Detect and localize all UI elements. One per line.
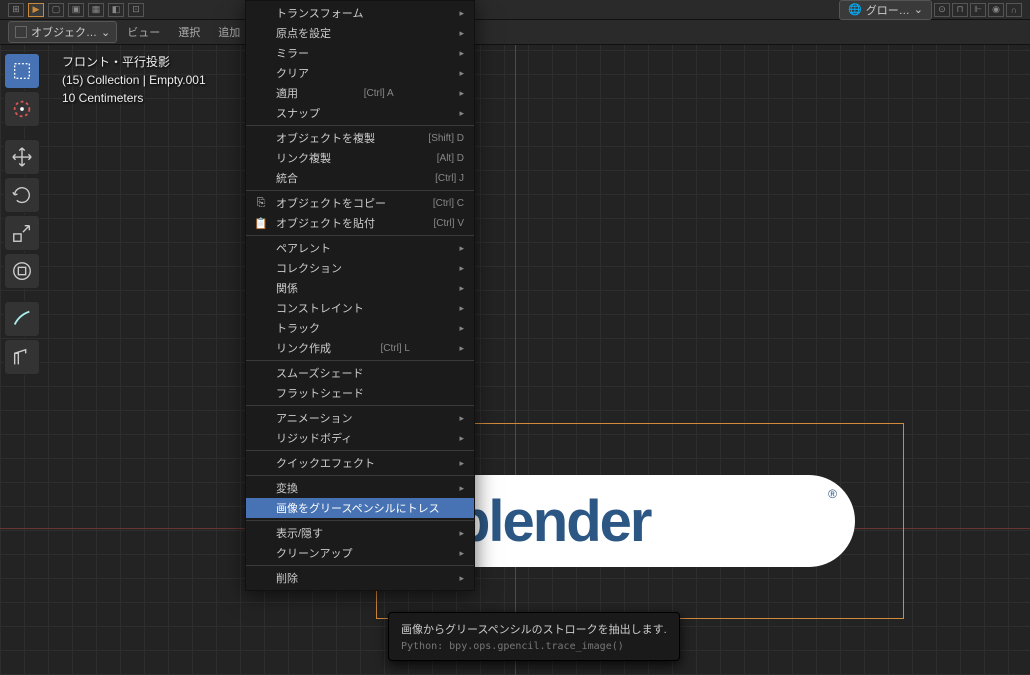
- tool-cursor[interactable]: [4, 91, 40, 127]
- chevron-right-icon: ▸: [459, 343, 464, 354]
- chevron-down-icon: ⌄: [101, 26, 110, 39]
- chevron-right-icon: ▸: [459, 243, 464, 254]
- play-icon[interactable]: ▶: [28, 3, 44, 17]
- menu-set-origin[interactable]: 原点を設定▸: [246, 23, 474, 43]
- menu-cleanup[interactable]: クリーンアップ▸: [246, 543, 474, 563]
- chevron-right-icon: ▸: [459, 483, 464, 494]
- tool-shelf: [4, 53, 40, 375]
- menu-copy[interactable]: ⎘オブジェクトをコピー[Ctrl] C: [246, 193, 474, 213]
- viewport[interactable]: フロント・平行投影 (15) Collection | Empty.001 10…: [0, 45, 1030, 675]
- chevron-right-icon: ▸: [459, 68, 464, 79]
- menu-collection[interactable]: コレクション▸: [246, 258, 474, 278]
- menu-shade-smooth[interactable]: スムーズシェード: [246, 363, 474, 383]
- menu-clear[interactable]: クリア▸: [246, 63, 474, 83]
- top-toolbar: ⊞ ▶ ▢ ▣ ▦ ◧ ⊡ 🌐 グロー… ⌄ ⊙ ⊓ ⊩ ◉ ∩: [0, 0, 1030, 20]
- menu-animation[interactable]: アニメーション▸: [246, 408, 474, 428]
- registered-mark: ®: [828, 487, 837, 501]
- tool-transform[interactable]: [4, 253, 40, 289]
- cube-icon[interactable]: ◧: [108, 3, 124, 17]
- tooltip: 画像からグリースペンシルのストロークを抽出します. Python: bpy.op…: [388, 612, 680, 661]
- tool-move[interactable]: [4, 139, 40, 175]
- blender-logo-text: blender: [455, 488, 651, 555]
- menu-quick-effects[interactable]: クイックエフェクト▸: [246, 453, 474, 473]
- chevron-right-icon: ▸: [459, 413, 464, 424]
- magnet-icon[interactable]: ⊓: [952, 3, 968, 17]
- viewport-overlay-info: フロント・平行投影 (15) Collection | Empty.001 10…: [62, 53, 206, 107]
- tool-rotate[interactable]: [4, 177, 40, 213]
- menu-snap[interactable]: スナップ▸: [246, 103, 474, 123]
- menu-shade-flat[interactable]: フラットシェード: [246, 383, 474, 403]
- tooltip-description: 画像からグリースペンシルのストロークを抽出します.: [401, 621, 667, 637]
- menu-constraints[interactable]: コンストレイント▸: [246, 298, 474, 318]
- menu-view[interactable]: ビュー: [119, 21, 168, 43]
- square-icon[interactable]: ▢: [48, 3, 64, 17]
- scale-info: 10 Centimeters: [62, 89, 206, 107]
- menu-join[interactable]: 統合[Ctrl] J: [246, 168, 474, 188]
- menu-select[interactable]: 選択: [170, 21, 208, 43]
- menu-delete[interactable]: 削除▸: [246, 568, 474, 588]
- header-bar: オブジェク… ⌄ ビュー 選択 追加 オブジェクト: [0, 20, 1030, 45]
- proportional-icon[interactable]: ◉: [988, 3, 1004, 17]
- chevron-right-icon: ▸: [459, 283, 464, 294]
- grid-icon[interactable]: ▦: [88, 3, 104, 17]
- tooltip-python: Python: bpy.ops.gpencil.trace_image(): [401, 641, 667, 652]
- menu-parent[interactable]: ペアレント▸: [246, 238, 474, 258]
- copy-icon: ⎘: [254, 196, 268, 210]
- globe-icon: 🌐: [848, 3, 862, 16]
- chevron-right-icon: ▸: [459, 458, 464, 469]
- menu-link-duplicate[interactable]: リンク複製[Alt] D: [246, 148, 474, 168]
- collection-info: (15) Collection | Empty.001: [62, 71, 206, 89]
- menu-track[interactable]: トラック▸: [246, 318, 474, 338]
- chevron-right-icon: ▸: [459, 108, 464, 119]
- chevron-right-icon: ▸: [459, 528, 464, 539]
- axis-icon[interactable]: ⊩: [970, 3, 986, 17]
- menu-convert[interactable]: 変換▸: [246, 478, 474, 498]
- object-mode-icon: [15, 26, 27, 38]
- mode-dropdown[interactable]: オブジェク… ⌄: [8, 21, 117, 43]
- menu-show-hide[interactable]: 表示/隠す▸: [246, 523, 474, 543]
- menu-apply[interactable]: 適用[Ctrl] A▸: [246, 83, 474, 103]
- chevron-right-icon: ▸: [459, 28, 464, 39]
- snap-increment-icon[interactable]: ⊞: [8, 3, 24, 17]
- mode-label: オブジェク…: [31, 24, 97, 40]
- orientation-label: グロー…: [866, 2, 910, 18]
- blender-logo-pill: blender ®: [425, 475, 855, 567]
- overlap-icon[interactable]: ▣: [68, 3, 84, 17]
- menu-trace-image-to-gpencil[interactable]: 画像をグリースペンシルにトレス: [246, 498, 474, 518]
- dots-icon[interactable]: ⊡: [128, 3, 144, 17]
- menu-make-links[interactable]: リンク作成[Ctrl] L▸: [246, 338, 474, 358]
- chevron-right-icon: ▸: [459, 263, 464, 274]
- menu-transform[interactable]: トランスフォーム▸: [246, 3, 474, 23]
- menu-rigid-body[interactable]: リジッドボディ▸: [246, 428, 474, 448]
- chevron-right-icon: ▸: [459, 323, 464, 334]
- chevron-right-icon: ▸: [459, 433, 464, 444]
- chevron-right-icon: ▸: [459, 88, 464, 99]
- chevron-right-icon: ▸: [459, 8, 464, 19]
- menu-add[interactable]: 追加: [210, 21, 248, 43]
- chevron-right-icon: ▸: [459, 573, 464, 584]
- tool-select-box[interactable]: [4, 53, 40, 89]
- tool-measure[interactable]: [4, 339, 40, 375]
- chevron-down-icon: ⌄: [914, 3, 923, 16]
- object-context-menu: トランスフォーム▸ 原点を設定▸ ミラー▸ クリア▸ 適用[Ctrl] A▸ ス…: [245, 0, 475, 591]
- curve-icon[interactable]: ∩: [1006, 3, 1022, 17]
- pivot-icon[interactable]: ⊙: [934, 3, 950, 17]
- chevron-right-icon: ▸: [459, 303, 464, 314]
- paste-icon: 📋: [254, 216, 268, 230]
- view-name: フロント・平行投影: [62, 53, 206, 71]
- orientation-dropdown[interactable]: 🌐 グロー… ⌄: [839, 0, 932, 20]
- tool-annotate[interactable]: [4, 301, 40, 337]
- menu-duplicate[interactable]: オブジェクトを複製[Shift] D: [246, 128, 474, 148]
- chevron-right-icon: ▸: [459, 548, 464, 559]
- chevron-right-icon: ▸: [459, 48, 464, 59]
- menu-mirror[interactable]: ミラー▸: [246, 43, 474, 63]
- menu-relations[interactable]: 関係▸: [246, 278, 474, 298]
- menu-paste[interactable]: 📋オブジェクトを貼付[Ctrl] V: [246, 213, 474, 233]
- tool-scale[interactable]: [4, 215, 40, 251]
